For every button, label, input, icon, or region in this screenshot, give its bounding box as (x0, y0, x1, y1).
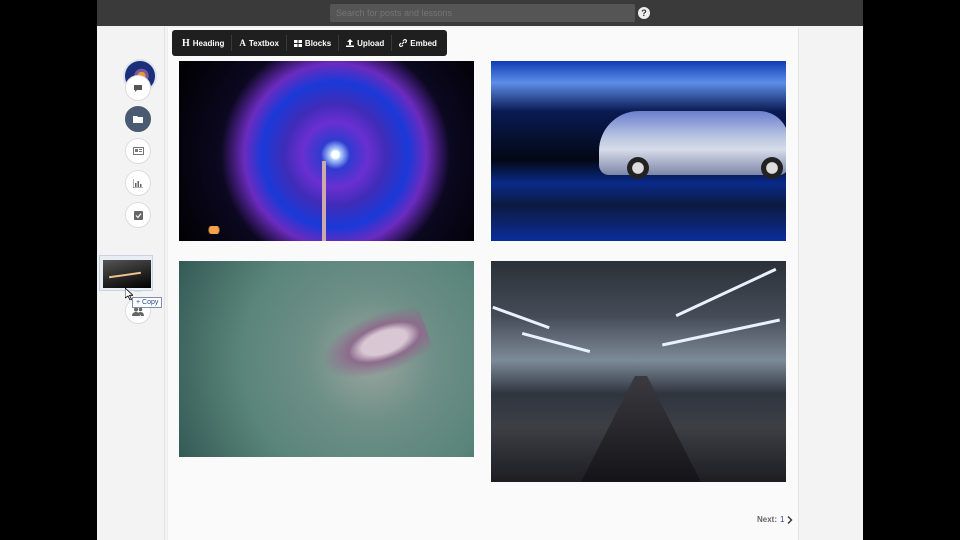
ceiling-light (492, 305, 550, 330)
sidebar-item-folder[interactable] (125, 106, 151, 132)
upload-icon (346, 39, 355, 47)
editor-toolbar: H Heading A Textbox Blocks Upload Embed (172, 30, 447, 56)
chat-icon (134, 84, 142, 92)
ferris-wheel-base (322, 161, 326, 241)
page-number[interactable]: 1 (780, 515, 784, 524)
hummingbird (312, 298, 436, 394)
heading-button[interactable]: H Heading (176, 33, 230, 53)
app-window: ? + Copy H He (97, 0, 863, 540)
toolbar-divider (391, 35, 393, 51)
heading-label: Heading (192, 38, 225, 48)
car-photo[interactable] (491, 61, 786, 241)
pagination: Next: 1 (757, 515, 793, 524)
sidebar-item-chat[interactable] (125, 75, 151, 101)
toolbar-divider (231, 35, 233, 51)
train-station-photo[interactable] (491, 261, 786, 482)
drag-thumbnail (103, 260, 151, 288)
copy-tooltip: + Copy (132, 297, 163, 308)
ceiling-light (675, 267, 777, 318)
hummingbird-photo[interactable] (179, 261, 474, 457)
checklist-icon (133, 210, 143, 220)
embed-button[interactable]: Embed (393, 33, 443, 53)
textbox-icon: A (239, 38, 246, 48)
help-icon[interactable]: ? (638, 7, 650, 19)
toolbar-divider (338, 35, 340, 51)
ceiling-light (521, 331, 591, 354)
top-bar: ? (97, 0, 863, 26)
upload-label: Upload (357, 38, 385, 48)
search-input[interactable] (330, 4, 635, 22)
chart-icon (133, 178, 143, 188)
chevron-right-icon[interactable] (787, 515, 793, 524)
ceiling-light (661, 318, 781, 347)
sidebar-item-media[interactable] (125, 138, 151, 164)
toolbar-divider (285, 35, 287, 51)
sidebar: + Copy (97, 26, 165, 540)
blocks-label: Blocks (304, 38, 332, 48)
tracks (581, 376, 701, 482)
blocks-button[interactable]: Blocks (288, 33, 337, 53)
car-rear-wheel (761, 157, 783, 179)
car-front-wheel (627, 157, 649, 179)
sidebar-item-charts[interactable] (125, 170, 151, 196)
upload-button[interactable]: Upload (340, 33, 390, 53)
ferris-wheel-photo[interactable] (179, 61, 474, 241)
textbox-label: Textbox (248, 38, 279, 48)
ferris-wheel-lights (199, 226, 229, 234)
next-label: Next: (757, 515, 778, 524)
textbox-button[interactable]: A Textbox (233, 33, 285, 53)
drag-preview (99, 255, 153, 291)
embed-label: Embed (410, 38, 437, 48)
blocks-icon (293, 39, 302, 47)
copy-tooltip-label: Copy (142, 299, 159, 306)
sidebar-item-tasks[interactable] (125, 202, 151, 228)
media-icon (132, 147, 144, 155)
folder-icon (133, 116, 143, 123)
link-icon (399, 39, 408, 47)
heading-icon: H (182, 37, 190, 49)
